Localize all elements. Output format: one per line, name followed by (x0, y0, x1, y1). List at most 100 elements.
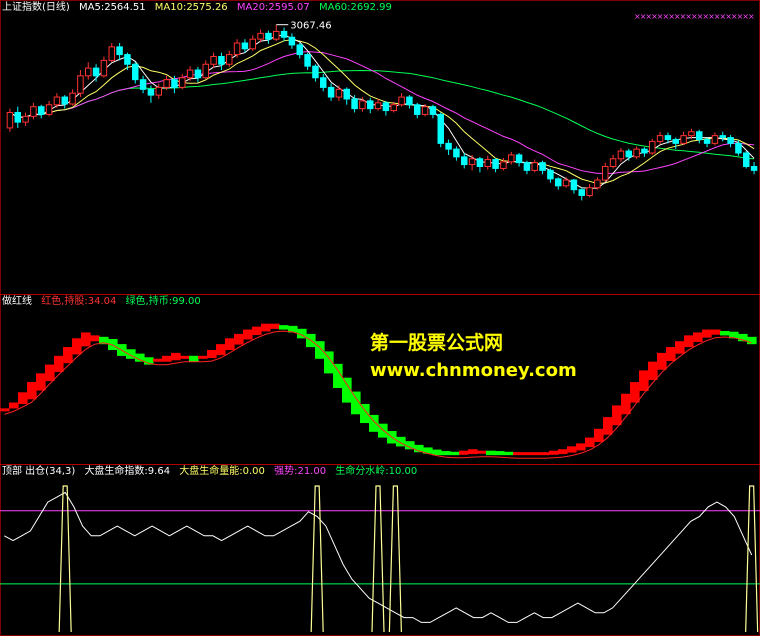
band-segment (567, 446, 577, 453)
candle-body (233, 42, 241, 56)
candle-body (625, 150, 632, 158)
candle-body (210, 56, 217, 65)
candle-body (500, 161, 507, 169)
candle-body (429, 106, 437, 115)
candle-body (22, 115, 29, 123)
candle-body (85, 67, 92, 77)
band-segment (27, 382, 37, 400)
band-segment (243, 329, 253, 340)
middle-legend: 做红线 红色,持股:34.04 绿色,持币:99.00 (2, 296, 207, 308)
peak-label: 3067.46 (290, 21, 331, 32)
band-segment (198, 355, 208, 359)
exit-spike (371, 485, 385, 633)
candle-body (523, 162, 531, 171)
exit-spike (310, 485, 324, 633)
life-index-line (4, 491, 753, 623)
band-segment (360, 403, 370, 424)
candle-body (461, 156, 468, 166)
band-segment (261, 323, 271, 332)
band-segment (72, 338, 82, 355)
candle-body (641, 148, 648, 154)
exit-spike (58, 485, 72, 633)
band-segment (36, 373, 46, 391)
ma60-line (9, 69, 755, 160)
candle-body (171, 79, 178, 88)
x-marker: × (748, 12, 755, 21)
candle-body (374, 102, 382, 110)
ma10-label: MA10:2575.26 (154, 2, 228, 13)
band-segment (162, 355, 172, 362)
band-segment (54, 355, 64, 372)
candle-body (351, 98, 358, 110)
candle-body (77, 75, 84, 94)
band-segment (153, 358, 163, 362)
candle-body (124, 54, 131, 65)
candle-body (531, 162, 538, 171)
candle-body (226, 54, 233, 65)
band-segment (594, 428, 604, 443)
band-segment (522, 452, 532, 456)
candle-body (194, 69, 202, 79)
band-segment (441, 451, 451, 456)
candle-body (719, 135, 726, 139)
candle-body (382, 102, 390, 112)
candle-body (343, 88, 350, 100)
candle-body (696, 131, 703, 140)
chart-border (0, 0, 760, 636)
candle-body (186, 69, 194, 79)
candle-body (562, 179, 570, 187)
band-segment (252, 326, 262, 336)
band-segment (0, 408, 10, 412)
candle-body (265, 32, 272, 40)
candle-body (406, 96, 413, 106)
band-segment (90, 335, 100, 342)
band-segment (450, 451, 460, 456)
ma5-label: MA5:2564.51 (79, 2, 146, 13)
band-segment (558, 449, 568, 455)
band-segment (81, 332, 91, 347)
candle-body (703, 138, 711, 144)
candle-body (257, 32, 264, 40)
band-segment (666, 347, 676, 361)
band-segment (612, 405, 622, 426)
candle-body (147, 88, 155, 96)
candle-body (617, 150, 625, 160)
band-segment (495, 451, 505, 456)
band-segment (432, 449, 442, 456)
band-segment (621, 393, 631, 415)
watermark-title: 第一股票公式网 (370, 332, 504, 354)
candle-body (586, 187, 593, 196)
band-segment (207, 349, 217, 359)
band-segment (747, 336, 757, 345)
candle-body (218, 56, 225, 65)
band-segment (693, 332, 703, 343)
exit-spike (745, 485, 759, 633)
candle-body (602, 166, 609, 181)
candle-body (100, 59, 108, 77)
band-segment (639, 370, 649, 391)
band-segment (648, 361, 658, 380)
candle-body (547, 169, 554, 180)
candle-body (30, 106, 37, 117)
candle-body (672, 138, 679, 144)
candle-body (312, 65, 319, 79)
candle-body (594, 179, 601, 189)
candle-body (492, 159, 499, 169)
middle-legend-title: 做红线 (2, 296, 32, 307)
candle-body (179, 77, 186, 88)
band-segment (315, 341, 325, 359)
candle-body (288, 36, 296, 46)
candle-body (743, 152, 750, 168)
candle-body (711, 135, 719, 144)
band-segment (657, 352, 667, 370)
candle-body (155, 86, 162, 96)
main-legend-title: 上证指数(日线) (2, 2, 70, 13)
candle-body (280, 30, 288, 38)
band-segment (540, 452, 550, 456)
candle-body (390, 104, 397, 112)
band-segment (378, 423, 388, 438)
band-segment (225, 338, 235, 351)
candle-body (14, 111, 21, 123)
watermark-url: www.chnmoney.com (370, 360, 577, 381)
ma20-label: MA20:2595.07 (236, 2, 310, 13)
